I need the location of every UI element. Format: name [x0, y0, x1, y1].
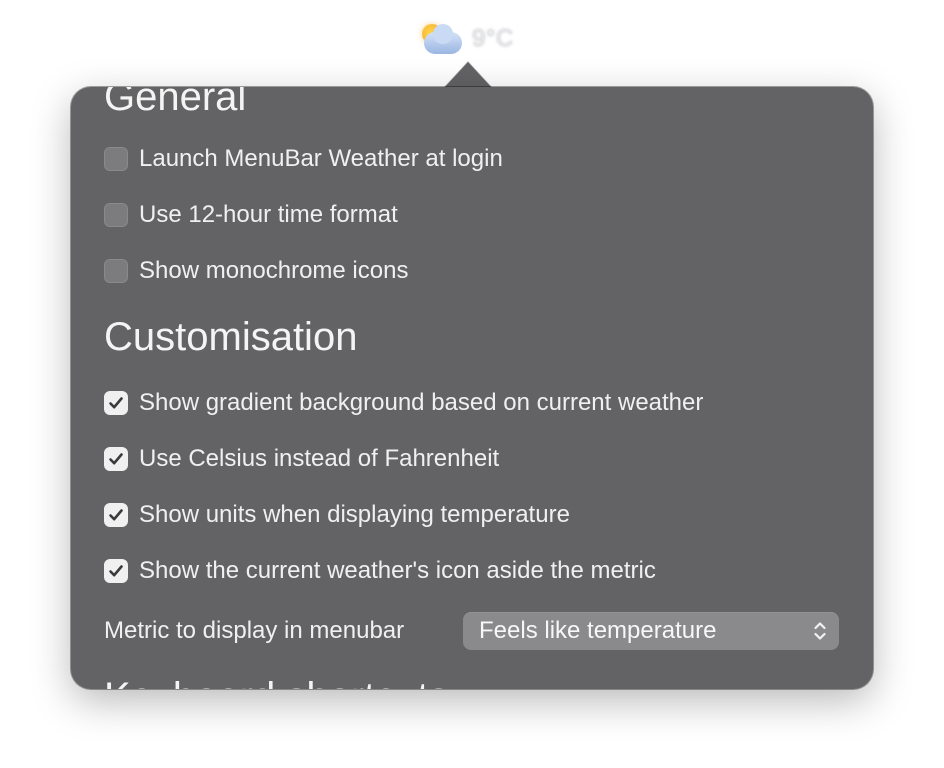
checkmark-icon [109, 509, 123, 521]
up-down-chevron-icon [813, 620, 827, 642]
metric-select-value: Feels like temperature [479, 617, 717, 644]
monochrome-icons-checkbox[interactable] [104, 259, 128, 283]
settings-popover: General Launch MenuBar Weather at login … [71, 62, 873, 689]
gradient-background-label: Show gradient background based on curren… [139, 389, 704, 416]
show-units-label: Show units when displaying temperature [139, 501, 570, 528]
checkmark-icon [109, 397, 123, 409]
celsius-option[interactable]: Use Celsius instead of Fahrenheit [104, 444, 499, 474]
weather-icon-option[interactable]: Show the current weather's icon aside th… [104, 556, 656, 586]
keyboard-shortcuts-section-title: Keyboard shortcuts [104, 675, 449, 689]
twelve-hour-label: Use 12-hour time format [139, 201, 398, 228]
launch-at-login-option[interactable]: Launch MenuBar Weather at login [104, 144, 503, 174]
twelve-hour-checkbox[interactable] [104, 203, 128, 227]
customisation-section-title: Customisation [104, 315, 358, 359]
weather-icon-label: Show the current weather's icon aside th… [139, 557, 656, 584]
menubar-weather-item[interactable]: 9°C [418, 18, 514, 60]
popover-arrow [444, 62, 492, 88]
launch-at-login-checkbox[interactable] [104, 147, 128, 171]
metric-select[interactable]: Feels like temperature [463, 612, 839, 650]
partly-cloudy-day-icon [418, 20, 464, 58]
checkmark-icon [109, 453, 123, 465]
gradient-background-option[interactable]: Show gradient background based on curren… [104, 388, 703, 418]
celsius-label: Use Celsius instead of Fahrenheit [139, 445, 500, 472]
weather-icon-checkbox[interactable] [104, 559, 128, 583]
show-units-checkbox[interactable] [104, 503, 128, 527]
celsius-checkbox[interactable] [104, 447, 128, 471]
menubar-temperature: 9°C [472, 25, 514, 52]
twelve-hour-option[interactable]: Use 12-hour time format [104, 200, 398, 230]
show-units-option[interactable]: Show units when displaying temperature [104, 500, 570, 530]
metric-setting: Metric to display in menubar Feels like … [104, 611, 839, 651]
general-section-title: General [104, 87, 247, 119]
launch-at-login-label: Launch MenuBar Weather at login [139, 145, 503, 172]
popover-panel: General Launch MenuBar Weather at login … [71, 87, 873, 689]
checkmark-icon [109, 565, 123, 577]
gradient-background-checkbox[interactable] [104, 391, 128, 415]
metric-label: Metric to display in menubar [104, 617, 405, 644]
monochrome-icons-label: Show monochrome icons [139, 257, 409, 284]
monochrome-icons-option[interactable]: Show monochrome icons [104, 256, 408, 286]
